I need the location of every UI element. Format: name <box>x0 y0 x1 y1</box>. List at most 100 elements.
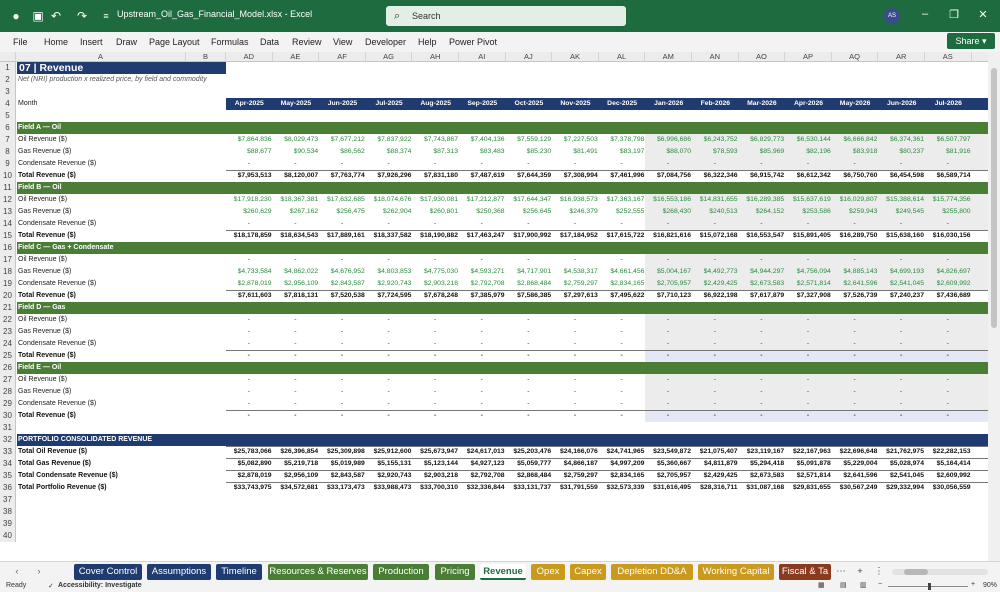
value-cell[interactable]: - <box>459 326 506 338</box>
value-cell[interactable]: $6,454,598 <box>878 170 925 182</box>
value-cell[interactable]: - <box>925 410 972 422</box>
value-cell[interactable]: $81,491 <box>552 146 599 158</box>
value-cell[interactable]: - <box>971 314 988 326</box>
value-cell[interactable]: $17,184,952 <box>552 230 599 242</box>
value-cell[interactable]: $7,559,129 <box>506 134 553 146</box>
value-cell[interactable]: - <box>831 218 879 230</box>
value-cell[interactable]: - <box>878 326 925 338</box>
value-cell[interactable]: - <box>645 158 692 170</box>
value-cell[interactable]: - <box>831 398 879 410</box>
value-cell[interactable]: - <box>738 338 786 350</box>
value-cell[interactable]: - <box>785 158 832 170</box>
menu-help[interactable]: Help <box>418 37 437 47</box>
value-cell[interactable]: - <box>785 338 832 350</box>
row-number[interactable]: 24 <box>0 338 16 350</box>
month-cell[interactable]: Sep-2025 <box>459 98 506 110</box>
value-cell[interactable]: $4,7 <box>971 266 988 278</box>
value-cell[interactable]: $5,360,667 <box>645 458 692 470</box>
value-cell[interactable]: - <box>971 410 988 422</box>
value-cell[interactable]: $15,637,619 <box>785 194 832 206</box>
value-cell[interactable]: $17,930,081 <box>412 194 459 206</box>
value-cell[interactable]: $2,705,957 <box>645 470 692 482</box>
value-cell[interactable]: - <box>412 410 459 422</box>
value-cell[interactable]: $2,759,297 <box>552 278 599 290</box>
month-cell[interactable]: Apr-2026 <box>785 98 832 110</box>
value-cell[interactable]: - <box>319 398 366 410</box>
row-number[interactable]: 25 <box>0 350 16 362</box>
value-cell[interactable]: - <box>366 314 413 326</box>
row-number[interactable]: 19 <box>0 278 16 290</box>
normal-view-icon[interactable]: ▦ <box>818 581 825 589</box>
sheet-tab[interactable]: Cover Control <box>74 564 142 580</box>
value-cell[interactable]: - <box>506 338 553 350</box>
row-number[interactable]: 11 <box>0 182 16 194</box>
value-cell[interactable]: - <box>459 374 506 386</box>
value-cell[interactable]: - <box>878 350 925 362</box>
row-number[interactable]: 9 <box>0 158 16 170</box>
month-cell[interactable]: Jul-2026 <box>925 98 972 110</box>
value-cell[interactable]: $7,3 <box>972 290 988 302</box>
vertical-scroll-thumb[interactable] <box>991 68 997 328</box>
value-cell[interactable]: - <box>599 254 646 266</box>
value-cell[interactable]: - <box>785 326 832 338</box>
value-cell[interactable]: - <box>831 386 879 398</box>
value-cell[interactable]: $14,831,655 <box>692 194 739 206</box>
row-number[interactable]: 14 <box>0 218 16 230</box>
value-cell[interactable]: $7,385,979 <box>459 290 506 302</box>
value-cell[interactable]: $78,593 <box>692 146 739 158</box>
value-cell[interactable]: - <box>319 314 366 326</box>
value-cell[interactable]: $6,750,760 <box>832 170 879 182</box>
value-cell[interactable]: - <box>645 326 692 338</box>
value-cell[interactable]: $22,0 <box>972 446 988 458</box>
value-cell[interactable]: $5,004,167 <box>645 266 692 278</box>
value-cell[interactable]: $259,943 <box>831 206 879 218</box>
share-button[interactable]: Share ▾ <box>947 33 995 49</box>
value-cell[interactable]: $256,645 <box>506 206 553 218</box>
value-cell[interactable]: - <box>459 314 506 326</box>
zoom-in-icon[interactable]: + <box>971 581 975 588</box>
value-cell[interactable]: $17,363,167 <box>599 194 646 206</box>
value-cell[interactable]: $2,609,992 <box>925 470 972 482</box>
value-cell[interactable]: $7,526,739 <box>832 290 879 302</box>
value-cell[interactable]: $2,641,596 <box>832 470 879 482</box>
value-cell[interactable]: $87,313 <box>412 146 459 158</box>
menu-formulas[interactable]: Formulas <box>211 37 249 47</box>
month-cell[interactable]: Dec-2025 <box>599 98 646 110</box>
value-cell[interactable]: - <box>878 374 925 386</box>
value-cell[interactable]: - <box>692 218 739 230</box>
value-cell[interactable]: $6,996,686 <box>645 134 692 146</box>
column-header-ao[interactable]: AO <box>738 52 786 62</box>
sheet-tab[interactable]: Depletion DD&A <box>611 564 693 580</box>
horizontal-scrollbar[interactable] <box>892 569 988 575</box>
value-cell[interactable]: - <box>319 218 366 230</box>
value-cell[interactable]: - <box>925 386 972 398</box>
value-cell[interactable]: - <box>831 314 879 326</box>
sheet-tab[interactable]: Capex <box>570 564 606 580</box>
row-number[interactable]: 13 <box>0 206 16 218</box>
value-cell[interactable]: $2,673,583 <box>739 470 786 482</box>
value-cell[interactable]: $2,541,045 <box>878 278 925 290</box>
value-cell[interactable]: $4,593,271 <box>459 266 506 278</box>
month-cell[interactable]: Jun-2026 <box>878 98 925 110</box>
value-cell[interactable]: - <box>738 350 786 362</box>
value-cell[interactable]: - <box>878 398 925 410</box>
minimize-icon[interactable]: – <box>918 8 932 20</box>
menu-home[interactable]: Home <box>44 37 68 47</box>
row-number[interactable]: 34 <box>0 458 16 470</box>
row-number[interactable]: 5 <box>0 110 16 122</box>
row-number[interactable]: 12 <box>0 194 16 206</box>
row-number[interactable]: 33 <box>0 446 16 458</box>
value-cell[interactable]: - <box>692 410 739 422</box>
value-cell[interactable]: - <box>273 314 320 326</box>
value-cell[interactable]: $17,889,161 <box>319 230 366 242</box>
value-cell[interactable]: $8,120,007 <box>273 170 320 182</box>
value-cell[interactable]: $16,289,750 <box>832 230 879 242</box>
value-cell[interactable]: $5,229,004 <box>832 458 879 470</box>
value-cell[interactable]: - <box>785 254 832 266</box>
column-header-ap[interactable]: AP <box>785 52 832 62</box>
value-cell[interactable]: $2,5 <box>971 278 988 290</box>
value-cell[interactable]: $5,164,414 <box>925 458 972 470</box>
value-cell[interactable]: $7,763,774 <box>319 170 366 182</box>
value-cell[interactable]: - <box>226 314 273 326</box>
value-cell[interactable]: $2,541,045 <box>878 470 925 482</box>
